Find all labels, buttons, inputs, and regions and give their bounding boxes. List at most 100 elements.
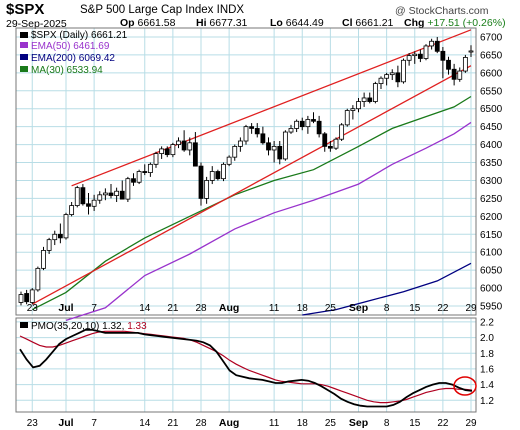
candle-body — [209, 171, 215, 181]
price-date-tick-label: Aug — [219, 302, 239, 314]
price-date-tick-label: 23 — [27, 303, 39, 314]
candle-body — [243, 126, 249, 142]
legend-price: $SPX (Daily) 6661.21 — [31, 30, 128, 41]
candle-body — [74, 187, 80, 206]
candle-body — [226, 156, 232, 165]
legend-ema200: EMA(200) 6069.42 — [31, 53, 115, 64]
price-tick-label: 6550 — [480, 86, 503, 97]
price-tick-label: 5950 — [480, 302, 503, 313]
candle-body — [305, 119, 311, 128]
price-date-tick-label: 14 — [139, 303, 151, 314]
price-tick-label: 6200 — [480, 212, 503, 223]
price-date-tick-label: 15 — [409, 303, 421, 314]
candle-body — [277, 145, 283, 160]
price-date-tick-label: 21 — [167, 303, 179, 314]
candle-body — [344, 110, 350, 126]
candle-body — [350, 108, 356, 111]
pmo-legend: PMO(35,20,10) 1.32, 1.33 — [20, 321, 147, 332]
candle-body — [271, 145, 277, 151]
candle-body — [237, 140, 243, 147]
legend-pmo-value: 1.32, — [102, 321, 124, 332]
pmo-date-tick-label: 7 — [91, 418, 97, 429]
candle-body — [63, 214, 69, 239]
candle-body — [170, 144, 176, 156]
pmo-date-tick-label: 28 — [195, 418, 207, 429]
candle-body — [316, 120, 322, 135]
candle-body — [372, 83, 378, 102]
ma30-legend-swatch — [20, 66, 28, 72]
price-date-tick-label: 7 — [91, 303, 97, 314]
candle-body — [29, 289, 35, 303]
candle-body — [468, 50, 474, 53]
price-tick-label: 6000 — [480, 284, 503, 295]
candlesticks — [18, 36, 474, 306]
candle-body — [52, 233, 58, 241]
candle-body — [401, 59, 406, 83]
pmo-tick-label: 2.0 — [480, 333, 494, 344]
price-tick-label: 6350 — [480, 158, 503, 169]
pmo-date-tick-label: 25 — [325, 418, 337, 429]
candle-body — [260, 133, 266, 144]
candle-body — [119, 190, 125, 200]
candle-body — [125, 178, 131, 200]
candle-body — [215, 171, 221, 180]
legend-ma30: MA(30) 6533.94 — [31, 65, 103, 76]
price-date-tick-label: 18 — [297, 303, 309, 314]
price-legend: $SPX (Daily) 6661.21 EMA(50) 6461.69 EMA… — [20, 30, 128, 76]
candle-body — [389, 72, 395, 76]
candle-body — [181, 140, 187, 151]
candle-body — [384, 74, 390, 79]
candle-body — [35, 267, 41, 291]
candle-body — [24, 293, 30, 303]
candle-body — [254, 128, 260, 135]
pmo-date-tick-label: 15 — [409, 418, 421, 429]
price-date-tick-label: 11 — [269, 303, 280, 314]
candle-body — [18, 294, 24, 303]
price-date-tick-label: Jul — [58, 302, 73, 314]
price-legend-swatch — [20, 32, 28, 38]
candle-body — [367, 97, 373, 102]
ema200-legend-swatch — [20, 54, 28, 60]
candle-body — [451, 68, 457, 80]
candle-body — [299, 120, 305, 128]
candle-body — [361, 97, 367, 102]
candle-body — [159, 148, 165, 154]
price-tick-label: 6300 — [480, 176, 503, 187]
candle-body — [249, 126, 255, 129]
candle-body — [311, 119, 316, 122]
pmo-date-tick-label: Aug — [219, 417, 239, 429]
pmo-tick-label: 1.6 — [480, 364, 494, 375]
candle-body — [57, 233, 63, 239]
candle-body — [41, 250, 46, 269]
pmo-date-tick-label: 14 — [139, 418, 151, 429]
pmo-legend-swatch — [20, 322, 28, 328]
price-date-tick-label: 8 — [384, 303, 390, 314]
candle-body — [164, 148, 170, 156]
pmo-date-tick-label: 22 — [437, 418, 449, 429]
candle-body — [440, 50, 446, 61]
candle-body — [136, 171, 142, 183]
candle-body — [187, 142, 193, 151]
pmo-date-tick-label: 29 — [465, 418, 477, 429]
candle-body — [142, 171, 148, 173]
candle-body — [417, 53, 423, 59]
price-axis-ticks: 5950 6000 6050 6100 6150 6200 6250 6300 6350 6400… — [480, 32, 503, 312]
candle-body — [97, 194, 103, 201]
candle-body — [147, 163, 153, 173]
pmo-axis-ticks: 1.2 1.4 1.6 1.8 2.0 2.2 — [480, 317, 494, 406]
candle-body — [294, 120, 300, 129]
candle-body — [102, 192, 108, 196]
pmo-signal-line — [19, 330, 473, 404]
price-tick-label: 6400 — [480, 140, 503, 151]
candle-body — [91, 199, 97, 207]
candle-body — [429, 40, 435, 47]
candle-body — [457, 70, 463, 80]
channel-lower-line — [31, 65, 472, 305]
price-tick-label: 6050 — [480, 266, 503, 277]
price-tick-label: 6150 — [480, 230, 503, 241]
pmo-legend-text: PMO(35,20,10) 1.32, 1.33 — [31, 321, 147, 332]
price-tick-label: 6650 — [480, 50, 503, 61]
price-tick-label: 6600 — [480, 68, 503, 79]
pmo-tick-label: 1.4 — [480, 380, 494, 391]
candle-body — [327, 145, 333, 149]
